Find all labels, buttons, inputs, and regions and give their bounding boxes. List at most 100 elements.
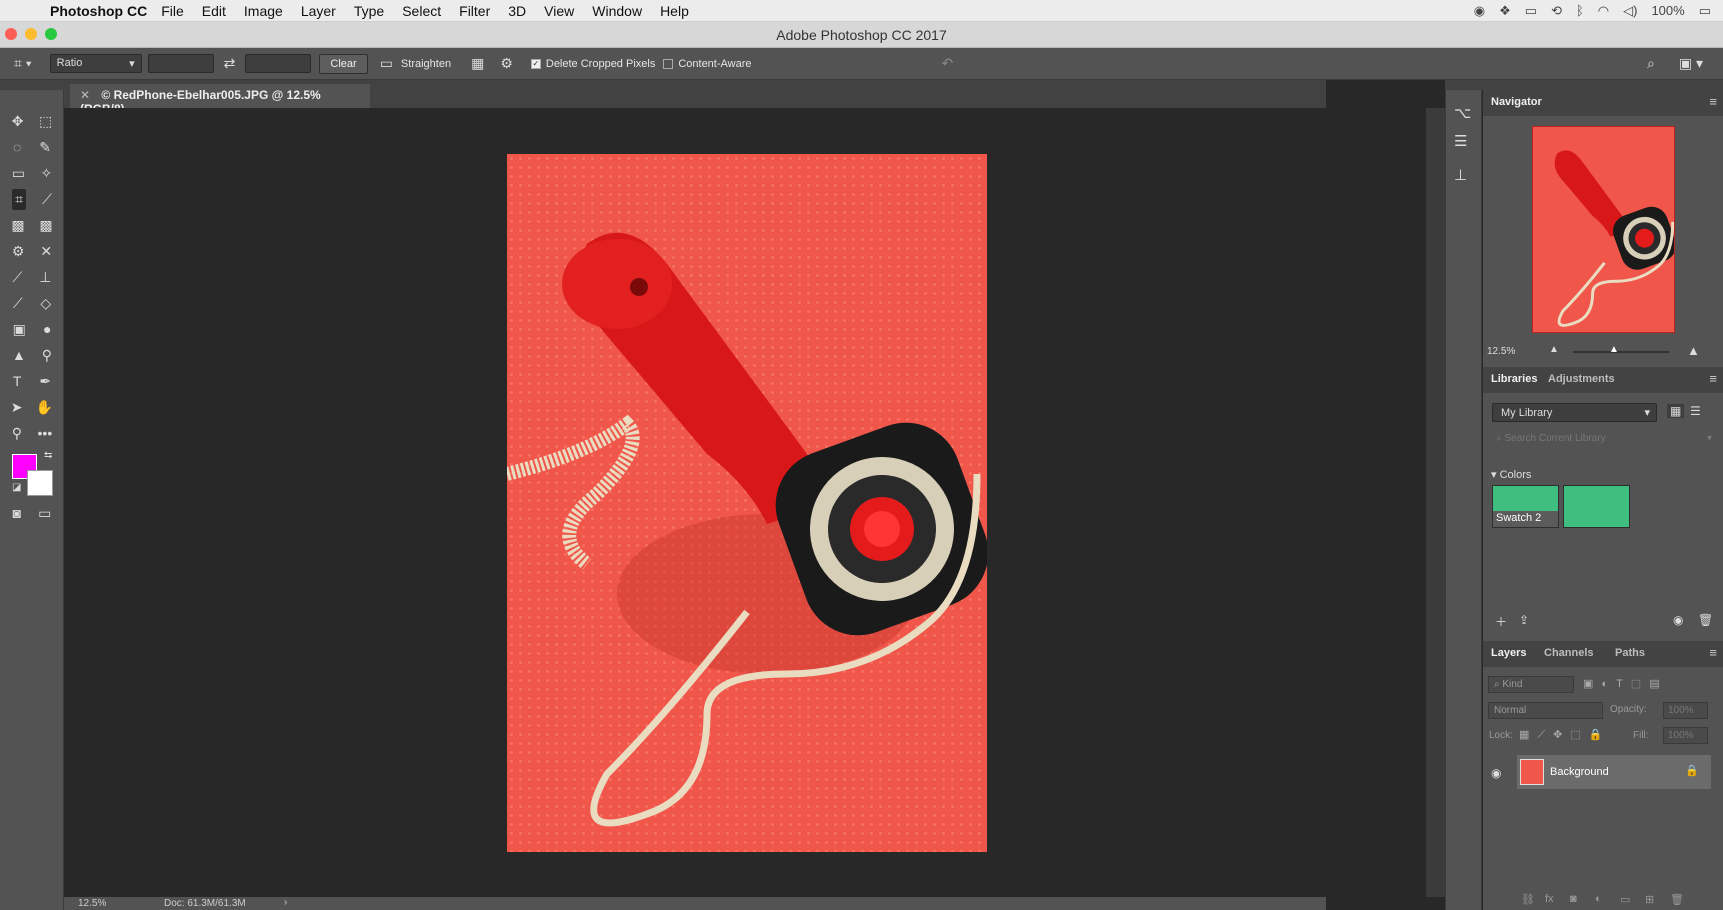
content-aware-checkbox[interactable]: Content-Aware xyxy=(663,58,752,70)
gear-icon[interactable]: ⚙ xyxy=(500,55,513,72)
content-aware-move-tool-icon[interactable]: ✕ xyxy=(40,243,52,260)
magic-wand-tool-icon[interactable]: ✧ xyxy=(41,165,53,182)
frame-tool-icon[interactable]: ▭ xyxy=(12,165,25,182)
workspace-switcher-icon[interactable]: ▣ ▾ xyxy=(1679,55,1703,72)
blend-mode-select[interactable]: Normal xyxy=(1488,702,1603,719)
adjustment-filter-icon[interactable]: ◐ xyxy=(1601,678,1616,690)
grid-view-icon[interactable]: ▦ xyxy=(1667,404,1685,418)
bluetooth-icon[interactable]: ᛒ xyxy=(1576,3,1584,18)
blur-tool-icon[interactable]: ● xyxy=(43,321,51,337)
library-search[interactable]: ⌕ Search Current Library ▾ xyxy=(1492,430,1714,448)
wifi-icon[interactable]: ◠ xyxy=(1598,3,1609,19)
more-tools-icon[interactable]: ••• xyxy=(38,425,53,441)
dodge-tool-icon[interactable]: ⚲ xyxy=(42,347,52,364)
properties-panel-icon[interactable]: ☰ xyxy=(1454,132,1467,150)
airplay-icon[interactable]: ▭ xyxy=(1525,3,1537,19)
fx-icon[interactable]: fx xyxy=(1545,893,1554,905)
ratio-select[interactable]: Ratio ▾ xyxy=(49,54,142,73)
menu-3d[interactable]: 3D xyxy=(508,3,526,19)
zoom-out-icon[interactable]: ▲ xyxy=(1549,344,1559,355)
clone-stamp-tool-icon[interactable]: ⊥ xyxy=(39,269,51,286)
pixel-filter-icon[interactable]: ▣ xyxy=(1583,678,1601,690)
swap-colors-icon[interactable]: ⇆ xyxy=(44,450,52,461)
library-select[interactable]: My Library ▾ xyxy=(1492,403,1657,422)
group-folder-icon[interactable]: ▭ xyxy=(1620,893,1630,906)
menu-type[interactable]: Type xyxy=(354,3,384,19)
menu-file[interactable]: File xyxy=(161,3,184,19)
spot-healing-tool-icon[interactable]: ▩ xyxy=(11,217,24,234)
zoom-tool-icon[interactable]: ⚲ xyxy=(12,425,22,442)
lock-icon[interactable]: 🔒 xyxy=(1685,764,1699,777)
lock-all-icon[interactable]: 🔒 xyxy=(1589,729,1611,741)
colors-group-header[interactable]: ▾ Colors xyxy=(1491,468,1531,481)
crop-tool-icon[interactable]: ⌗ xyxy=(12,188,26,210)
zoom-readout[interactable]: 12.5% xyxy=(78,898,106,909)
link-layers-icon[interactable]: ⛓ xyxy=(1521,893,1535,906)
menu-help[interactable]: Help xyxy=(660,3,689,19)
chevron-down-icon[interactable]: ▾ xyxy=(1707,433,1712,444)
path-selection-tool-icon[interactable]: ➤ xyxy=(11,399,23,416)
crop-tool-preset-icon[interactable]: ⌗ ▾ xyxy=(14,55,32,72)
volume-icon[interactable]: ◁) xyxy=(1623,3,1637,19)
default-colors-icon[interactable]: ◪ xyxy=(12,482,21,493)
fill-input[interactable]: 100% xyxy=(1663,727,1708,744)
menu-layer[interactable]: Layer xyxy=(301,3,336,19)
layer-filter-kind-select[interactable]: ⌕ Kind xyxy=(1488,676,1574,693)
adjustment-layer-icon[interactable]: ◐ xyxy=(1595,893,1602,905)
panel-menu-icon[interactable]: ≡ xyxy=(1709,371,1717,386)
new-layer-icon[interactable]: ⊞ xyxy=(1645,893,1654,906)
trash-icon[interactable]: 🗑 xyxy=(1670,893,1684,906)
eraser-tool-icon[interactable]: ◇ xyxy=(40,295,51,312)
lock-transparent-icon[interactable]: ▦ xyxy=(1519,729,1537,741)
battery-icon[interactable]: ▭ xyxy=(1699,3,1711,19)
document-tab[interactable]: ✕ © RedPhone-Ebelhar005.JPG @ 12.5% (RGB… xyxy=(70,84,370,116)
tab-navigator[interactable]: Navigator xyxy=(1491,96,1542,108)
upload-icon[interactable]: ⇪ xyxy=(1519,613,1529,627)
library-color-swatch[interactable]: Swatch 2 xyxy=(1492,485,1559,528)
smart-object-filter-icon[interactable]: ▤ xyxy=(1649,678,1667,690)
patch-tool-icon[interactable]: ⚙ xyxy=(12,243,25,260)
zoom-in-icon[interactable]: ▲ xyxy=(1687,343,1700,358)
lock-position-icon[interactable]: ✥ xyxy=(1553,729,1570,741)
healing-brush-tool-icon[interactable]: ▩ xyxy=(39,217,52,234)
history-panel-icon[interactable]: ⌥ xyxy=(1454,104,1471,122)
zoom-slider-track[interactable] xyxy=(1573,351,1669,353)
panel-menu-icon[interactable]: ≡ xyxy=(1709,645,1717,660)
type-filter-icon[interactable]: T xyxy=(1616,678,1631,690)
quick-selection-tool-icon[interactable]: ✎ xyxy=(39,139,51,156)
opacity-input[interactable]: 100% xyxy=(1663,702,1708,719)
swap-icon[interactable]: ⇄ xyxy=(224,55,236,72)
dropbox-icon[interactable]: ❖ xyxy=(1499,3,1511,19)
brush-tool-icon[interactable]: ⟋ xyxy=(12,269,22,286)
ratio-width-input[interactable] xyxy=(147,54,214,73)
menu-view[interactable]: View xyxy=(544,3,574,19)
status-chevron-icon[interactable]: › xyxy=(284,897,287,908)
battery-percent[interactable]: 100% xyxy=(1651,3,1684,18)
lock-artboard-icon[interactable]: ⬚ xyxy=(1570,729,1588,741)
hand-tool-icon[interactable]: ✋ xyxy=(36,399,53,416)
navigator-zoom-value[interactable]: 12.5% xyxy=(1487,346,1515,357)
document-image[interactable] xyxy=(507,154,987,852)
lasso-tool-icon[interactable]: ◌ xyxy=(13,139,21,155)
clear-button[interactable]: Clear xyxy=(319,53,368,74)
menu-window[interactable]: Window xyxy=(592,3,642,19)
menu-edit[interactable]: Edit xyxy=(202,3,226,19)
pen-tool-icon[interactable]: ✒ xyxy=(39,373,51,390)
search-icon[interactable]: ⌕ xyxy=(1647,55,1655,72)
quick-mask-icon[interactable]: ◙ xyxy=(13,505,21,521)
menu-image[interactable]: Image xyxy=(244,3,283,19)
vertical-scrollbar[interactable] xyxy=(1426,108,1445,897)
menu-filter[interactable]: Filter xyxy=(459,3,490,19)
panel-menu-icon[interactable]: ≡ xyxy=(1709,94,1717,109)
library-color-swatch[interactable] xyxy=(1563,485,1630,528)
screen-mode-icon[interactable]: ▭ xyxy=(38,505,51,522)
delete-cropped-checkbox[interactable]: ✓ Delete Cropped Pixels xyxy=(530,58,655,70)
tab-layers[interactable]: Layers xyxy=(1491,647,1526,659)
menu-select[interactable]: Select xyxy=(402,3,441,19)
layer-row[interactable]: Background 🔒 xyxy=(1517,755,1711,789)
eyedropper-tool-icon[interactable]: ⟋ xyxy=(42,191,52,208)
tab-paths[interactable]: Paths xyxy=(1615,647,1645,659)
clone-source-panel-icon[interactable]: ⊥ xyxy=(1454,166,1467,184)
straighten-icon[interactable]: ▭ xyxy=(380,55,393,72)
sharpen-tool-icon[interactable]: ▲ xyxy=(12,347,26,363)
